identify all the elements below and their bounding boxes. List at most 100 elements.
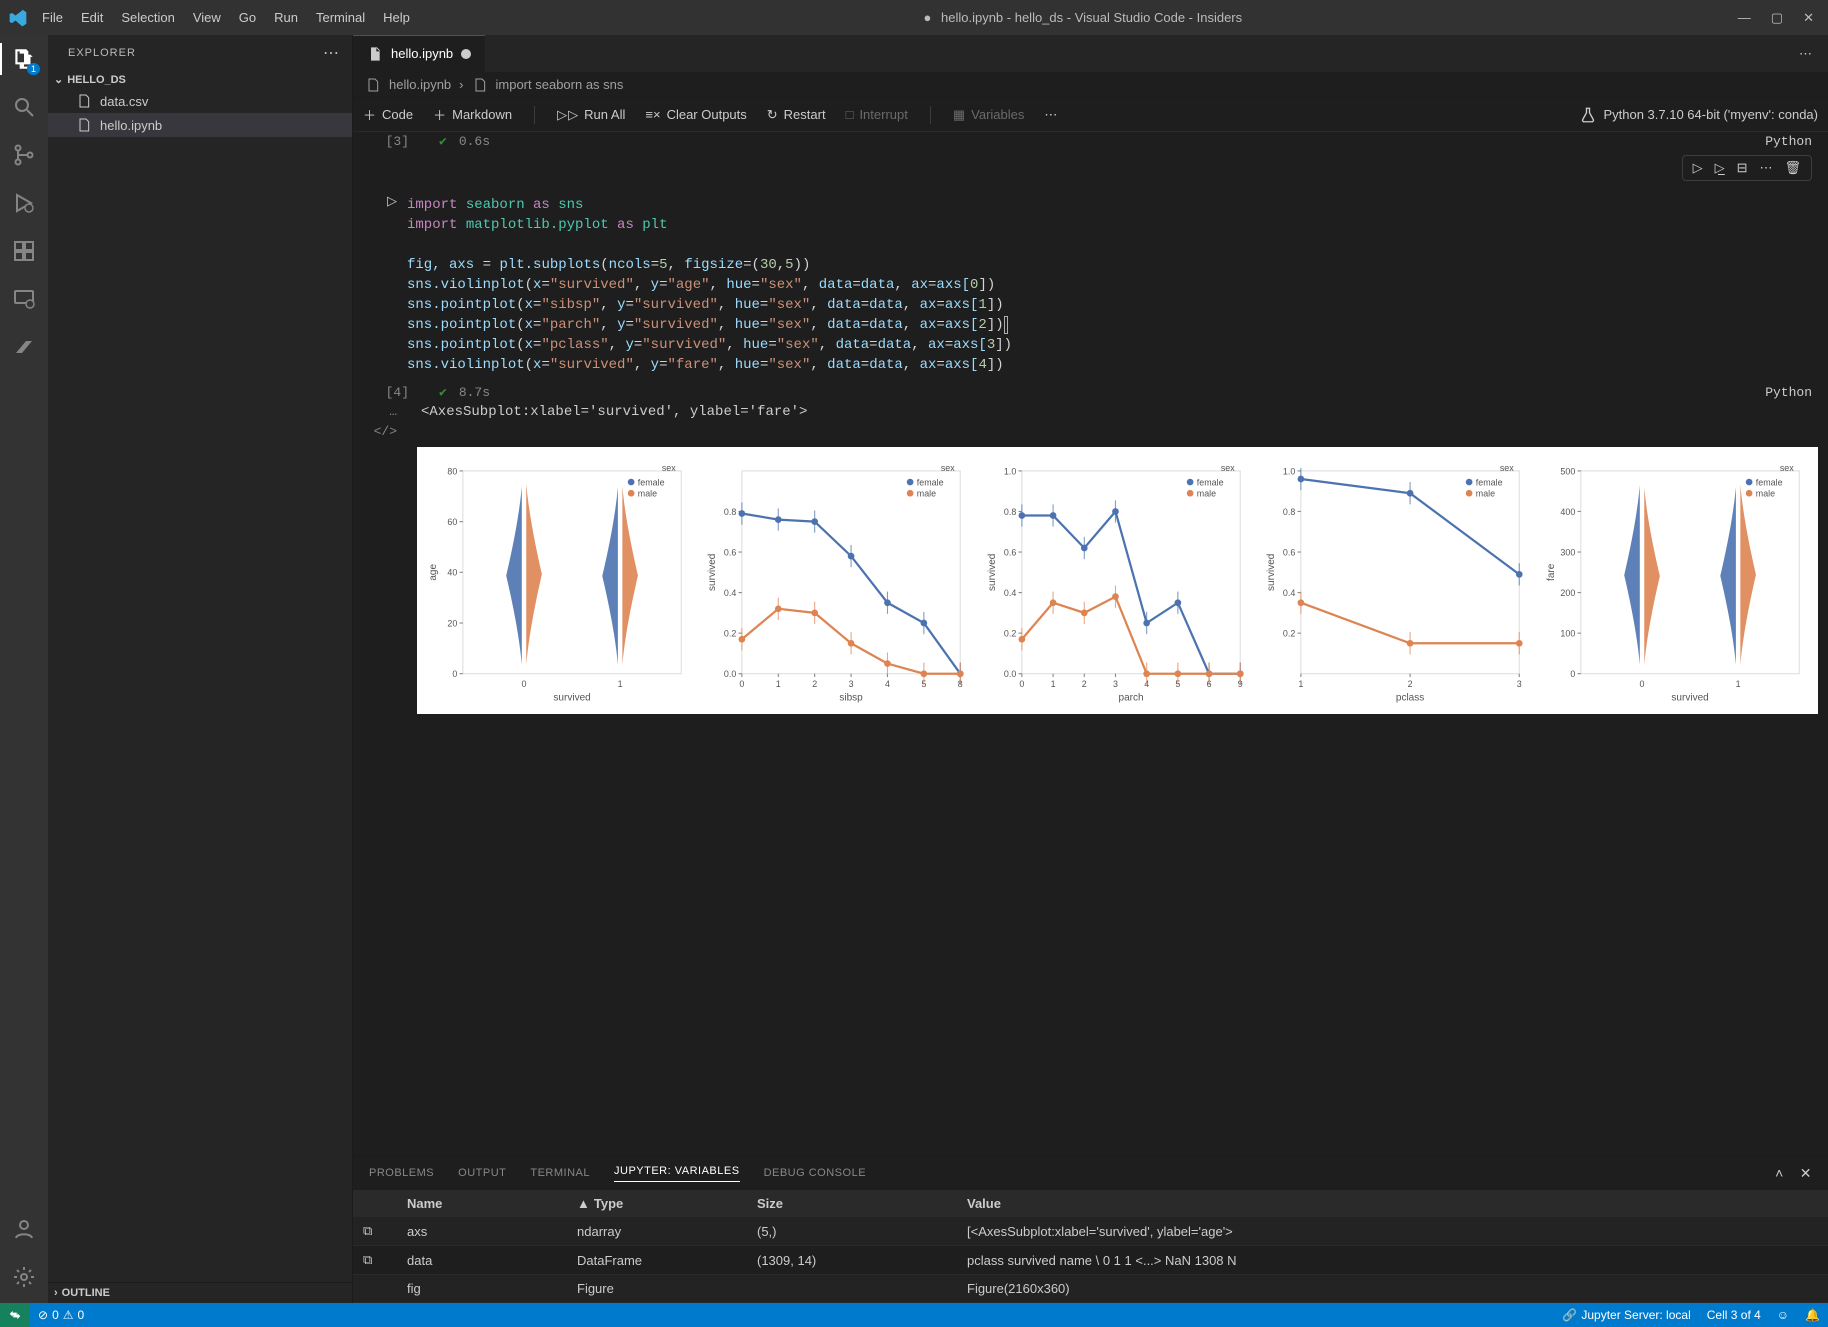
svg-text:0.6: 0.6 [724, 547, 736, 557]
status-cell-position[interactable]: Cell 3 of 4 [1699, 1308, 1769, 1322]
run-all-label: Run All [584, 107, 625, 122]
chevron-right-icon: › [54, 1287, 58, 1299]
interrupt-button[interactable]: □ Interrupt [846, 107, 908, 122]
panel-close-icon[interactable]: ✕ [1800, 1165, 1812, 1182]
folder-name: HELLO_DS [67, 74, 126, 86]
variables-toolbar-button[interactable]: ▦ Variables [953, 107, 1025, 123]
titlebar: FileEditSelectionViewGoRunTerminalHelp ●… [0, 0, 1828, 35]
col-value[interactable]: Value [967, 1196, 1818, 1211]
outline-section[interactable]: › OUTLINE [48, 1282, 352, 1303]
col-type[interactable]: ▲ Type [577, 1196, 757, 1211]
svg-text:parch: parch [1118, 692, 1143, 703]
tab-hello-ipynb[interactable]: hello.ipynb [353, 35, 486, 72]
clear-outputs-button[interactable]: ≡× Clear Outputs [645, 107, 746, 122]
activitybar-explorer-icon[interactable]: 1 [10, 45, 38, 73]
maximize-icon[interactable]: ▢ [1771, 10, 1783, 26]
cell-run-gutter-icon[interactable]: ▷ [387, 193, 397, 383]
sidebar-folder-header[interactable]: ⌄ HELLO_DS [48, 70, 352, 89]
sidebar-more-icon[interactable]: ⋯ [323, 43, 340, 63]
tab-overflow-icon[interactable]: ⋯ [1783, 35, 1828, 72]
activitybar-jupyter-icon[interactable] [10, 333, 38, 361]
activitybar-scm-icon[interactable] [10, 141, 38, 169]
activitybar-extensions-icon[interactable] [10, 237, 38, 265]
var-name: fig [407, 1281, 577, 1296]
menu-terminal[interactable]: Terminal [316, 10, 365, 25]
restart-button[interactable]: ↻ Restart [767, 107, 826, 123]
notebook-file-icon [367, 46, 383, 62]
window-controls: — ▢ ✕ [1738, 10, 1820, 26]
svg-text:0: 0 [522, 679, 527, 689]
close-icon[interactable]: ✕ [1803, 10, 1814, 26]
breadcrumbs[interactable]: hello.ipynb › import seaborn as sns [353, 72, 1828, 98]
code-cell[interactable]: ▷ import seaborn as snsimport matplotlib… [353, 187, 1828, 383]
menu-run[interactable]: Run [274, 10, 298, 25]
svg-text:0.2: 0.2 [724, 628, 736, 638]
run-cell-icon[interactable]: ▷ [1693, 160, 1703, 176]
variable-row[interactable]: ⧉dataDataFrame(1309, 14)pclass survived … [353, 1246, 1828, 1275]
file-hello-ipynb[interactable]: hello.ipynb [48, 113, 352, 137]
code-output-icon[interactable]: </> [363, 424, 407, 439]
minimize-icon[interactable]: — [1738, 10, 1751, 26]
sidebar-header-label: EXPLORER [68, 47, 136, 59]
file-data-csv[interactable]: data.csv [48, 89, 352, 113]
svg-text:0.8: 0.8 [724, 507, 736, 517]
add-md-label: Markdown [452, 107, 512, 122]
svg-text:0: 0 [1019, 679, 1024, 689]
activitybar-search-icon[interactable] [10, 93, 38, 121]
remote-indicator[interactable] [0, 1303, 30, 1327]
toolbar-more-icon[interactable]: ⋯ [1044, 107, 1057, 123]
svg-text:0.0: 0.0 [1004, 669, 1016, 679]
run-all-button[interactable]: ▷ ▷ Run All [557, 107, 625, 123]
svg-text:20: 20 [447, 618, 457, 628]
status-feedback-icon[interactable]: ☺ [1769, 1308, 1797, 1322]
delete-cell-icon[interactable]: 🗑 [1784, 160, 1801, 176]
add-code-button[interactable]: ＋ Code [363, 105, 413, 124]
status-jupyter-server[interactable]: 🔗 Jupyter Server: local [1554, 1308, 1698, 1322]
panel-maximize-icon[interactable]: ˄ [1775, 1165, 1784, 1182]
panel-tab-terminal[interactable]: TERMINAL [530, 1167, 590, 1179]
popout-icon[interactable]: ⧉ [363, 1252, 407, 1268]
menu-selection[interactable]: Selection [121, 10, 174, 25]
popout-icon[interactable]: ⧉ [363, 1223, 407, 1239]
menu-file[interactable]: File [42, 10, 63, 25]
plot-1: 0.00.20.40.60.80123458sibspsurvivedsexfe… [704, 455, 971, 710]
code-editor[interactable]: import seaborn as snsimport matplotlib.p… [407, 187, 1818, 383]
file-label: data.csv [100, 94, 148, 109]
status-bell-icon[interactable]: 🔔 [1797, 1308, 1828, 1322]
output-plots: 02040608001survivedagesexfemalemale0.00.… [417, 447, 1818, 714]
svg-text:0.8: 0.8 [1283, 507, 1295, 517]
exec-count: [3] [369, 134, 409, 149]
panel-tab-output[interactable]: OUTPUT [458, 1167, 506, 1179]
activitybar-account-icon[interactable] [10, 1215, 38, 1243]
run-by-line-icon[interactable]: ▷̲ [1715, 160, 1725, 176]
activitybar-run-icon[interactable] [10, 189, 38, 217]
variable-row[interactable]: ⧉axsndarray(5,)[<AxesSubplot:xlabel='sur… [353, 1217, 1828, 1246]
col-name[interactable]: Name [407, 1196, 577, 1211]
svg-text:survived: survived [708, 554, 719, 591]
status-problems[interactable]: ⊘ 0 ⚠ 0 [30, 1308, 92, 1322]
variables-label: Variables [971, 107, 1024, 122]
panel-tab-jupyter-variables[interactable]: JUPYTER: VARIABLES [614, 1165, 740, 1182]
notebook-scroll[interactable]: [3] ✔ 0.6s Python ▷ ▷̲ ⊟ ⋯ 🗑 ▷ import se… [353, 132, 1828, 1155]
svg-text:60: 60 [447, 517, 457, 527]
activitybar-remote-explorer-icon[interactable] [10, 285, 38, 313]
cell-lang: Python [1765, 134, 1812, 149]
menu-go[interactable]: Go [239, 10, 256, 25]
panel-tab-debug-console[interactable]: DEBUG CONSOLE [764, 1167, 866, 1179]
menu-view[interactable]: View [193, 10, 221, 25]
cell-more-icon[interactable]: ⋯ [1759, 160, 1772, 176]
svg-text:0: 0 [740, 679, 745, 689]
add-markdown-button[interactable]: ＋ Markdown [433, 105, 512, 124]
exec-time: 8.7s [459, 385, 490, 400]
menu-help[interactable]: Help [383, 10, 410, 25]
kernel-label: Python 3.7.10 64-bit ('myenv': conda) [1603, 107, 1818, 122]
split-cell-icon[interactable]: ⊟ [1737, 160, 1748, 176]
var-size: (1309, 14) [757, 1253, 967, 1268]
variable-row[interactable]: figFigureFigure(2160x360) [353, 1275, 1828, 1303]
var-value: pclass survived name \ 0 1 1 <...> NaN 1… [967, 1253, 1818, 1268]
activitybar-settings-icon[interactable] [10, 1263, 38, 1291]
panel-tab-problems[interactable]: PROBLEMS [369, 1167, 434, 1179]
col-size[interactable]: Size [757, 1196, 967, 1211]
kernel-picker[interactable]: Python 3.7.10 64-bit ('myenv': conda) [1579, 106, 1818, 124]
menu-edit[interactable]: Edit [81, 10, 103, 25]
